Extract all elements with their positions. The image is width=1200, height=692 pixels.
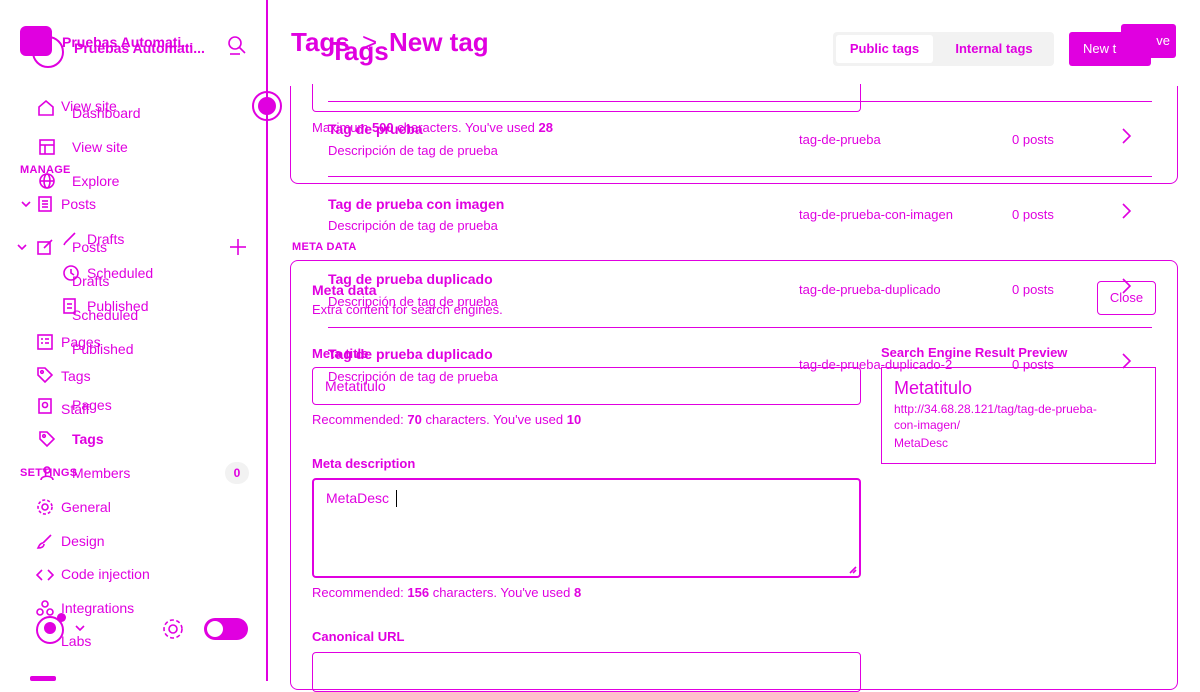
- chevron-right-icon[interactable]: [1119, 202, 1133, 220]
- meta-description-hint: Recommended: 156 characters. You've used…: [312, 585, 581, 600]
- window-icon: [39, 139, 55, 155]
- gear-icon: [37, 499, 53, 515]
- breadcrumb-current: New tag: [389, 27, 489, 57]
- sidebar-item-general[interactable]: General: [61, 499, 111, 515]
- sidebar-item-labs[interactable]: Labs: [61, 633, 91, 649]
- sidebar-item-design[interactable]: Design: [61, 533, 105, 549]
- meta-data-subtitle: Extra content for search engines.: [312, 302, 503, 317]
- tab-public-tags[interactable]: Public tags: [836, 35, 933, 63]
- sidebar-item-tags[interactable]: Tags: [72, 431, 104, 447]
- integrations-icon: [36, 600, 54, 616]
- resize-handle-icon[interactable]: [849, 566, 857, 574]
- new-tag-label: New t: [1083, 41, 1117, 56]
- hint-used: 10: [566, 412, 582, 427]
- code-icon: [36, 569, 54, 581]
- site-avatar-icon: [32, 36, 64, 68]
- sidebar-item-posts-a[interactable]: Posts: [61, 196, 96, 212]
- site-title-secondary[interactable]: Pruebas Automati...: [74, 40, 205, 56]
- meta-section-label: META DATA: [292, 241, 357, 253]
- dark-mode-toggle[interactable]: [204, 618, 248, 640]
- meta-data-title: Meta data: [312, 282, 377, 298]
- save-button[interactable]: ve: [1121, 24, 1176, 58]
- add-icon[interactable]: [228, 237, 248, 257]
- serp-preview-card: Metatitulo http://34.68.28.121/tag/tag-d…: [881, 367, 1156, 464]
- sidebar-item-view-site[interactable]: View site: [72, 139, 128, 155]
- search-icon[interactable]: [226, 34, 248, 58]
- sidebar-item-explore[interactable]: Explore: [72, 173, 119, 189]
- serp-url-line1: http://34.68.28.121/tag/tag-de-prueba-: [894, 402, 1097, 416]
- sidebar-item-posts[interactable]: Posts: [72, 239, 107, 255]
- edit-icon: [37, 239, 53, 255]
- hint-text: Recommended:: [312, 585, 408, 600]
- canonical-url-input[interactable]: [312, 652, 861, 692]
- chevron-right-icon[interactable]: [1119, 127, 1133, 145]
- sidebar-divider: [266, 0, 268, 681]
- chevron-down-icon[interactable]: [20, 198, 32, 210]
- text-cursor: [396, 490, 397, 507]
- sidebar-footer-icon: [30, 676, 56, 681]
- tab-public-label: Public tags: [849, 41, 920, 56]
- tab-internal-label: Internal tags: [955, 41, 1033, 56]
- sidebar-item-scheduled[interactable]: Scheduled: [72, 307, 138, 323]
- settings-gear-icon[interactable]: [161, 617, 185, 641]
- sidebar-item-drafts[interactable]: Drafts: [72, 273, 109, 289]
- tag-slug: tag-de-prueba: [799, 132, 881, 147]
- tag-name: Tag de prueba con imagen: [328, 196, 505, 212]
- page-title: Tags: [330, 36, 389, 66]
- notification-dot-icon: [57, 613, 66, 622]
- hint-text: characters. You've used: [429, 585, 574, 600]
- canonical-url-label: Canonical URL: [312, 629, 405, 644]
- tag-description: Descripción de tag de prueba: [328, 218, 498, 233]
- tag-slug: tag-de-prueba-con-imagen: [799, 207, 953, 222]
- tag-post-count: 0 posts: [1012, 132, 1054, 147]
- tag-post-count: 0 posts: [1012, 207, 1054, 222]
- meta-title-hint: Recommended: 70 characters. You've used …: [312, 412, 581, 427]
- meta-title-input[interactable]: Metatitulo: [312, 367, 861, 405]
- meta-data-card: [290, 260, 1178, 690]
- brush-icon: [36, 534, 52, 549]
- tag-icon: [37, 367, 54, 384]
- row-divider: [328, 176, 1152, 177]
- chevron-down-icon[interactable]: [16, 241, 28, 253]
- tag-icon: [39, 431, 56, 448]
- close-button[interactable]: Close: [1097, 281, 1156, 315]
- serp-url-line2: con-imagen/: [894, 418, 961, 432]
- serp-description: MetaDesc: [894, 436, 949, 450]
- close-label: Close: [1109, 290, 1144, 305]
- hint-text: characters. You've used: [421, 412, 567, 427]
- sidebar-item-integrations[interactable]: Integrations: [61, 600, 134, 616]
- members-count-badge: 0: [225, 462, 249, 484]
- sidebar-item-code-injection[interactable]: Code injection: [61, 566, 150, 582]
- save-label: ve: [1156, 33, 1170, 48]
- meta-description-label: Meta description: [312, 456, 416, 471]
- hint-used: 8: [573, 585, 582, 600]
- hint-text: Recommended:: [312, 412, 408, 427]
- meta-title-value: Metatitulo: [325, 378, 386, 394]
- tag-description: Descripción de tag de prueba: [328, 143, 498, 158]
- home-icon: [38, 99, 54, 116]
- tag-name: Tag de prueba: [328, 121, 423, 137]
- tab-internal-tags[interactable]: Internal tags: [937, 35, 1051, 63]
- sidebar-item-published[interactable]: Published: [72, 341, 134, 357]
- staff-icon: [38, 398, 52, 414]
- hint-max: 156: [407, 585, 430, 600]
- sidebar-item-tags-a[interactable]: Tags: [61, 368, 91, 384]
- pages-icon: [37, 334, 53, 350]
- row-divider: [328, 101, 1152, 102]
- sidebar-item-dashboard[interactable]: Dashboard: [72, 105, 141, 121]
- meta-description-textarea[interactable]: MetaDesc: [312, 478, 861, 578]
- hint-max: 70: [407, 412, 422, 427]
- serp-preview-heading: Search Engine Result Preview: [881, 345, 1068, 360]
- sidebar-item-members[interactable]: Members: [72, 465, 130, 481]
- meta-description-value: MetaDesc: [326, 490, 390, 506]
- members-icon: [40, 466, 54, 481]
- serp-title: Metatitulo: [894, 378, 973, 398]
- sidebar-item-pages[interactable]: Pages: [72, 397, 112, 413]
- globe-icon: [39, 173, 55, 189]
- posts-icon: [38, 196, 52, 212]
- meta-title-label: Meta title: [312, 346, 369, 361]
